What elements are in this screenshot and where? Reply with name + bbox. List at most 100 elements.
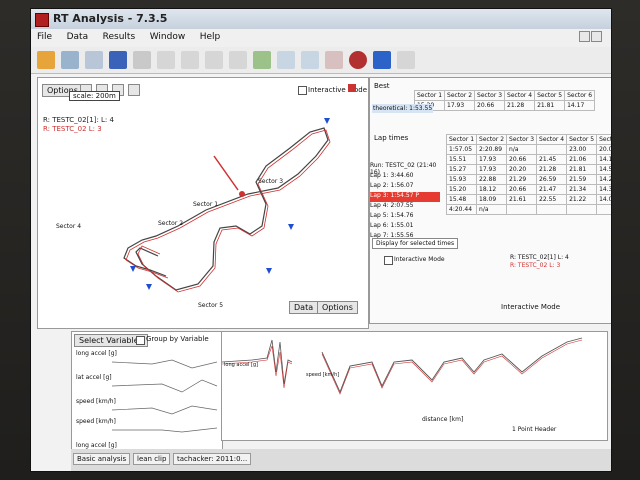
lap-cell: 18.09 [476, 194, 508, 205]
lap-item[interactable]: Lap 2: 1:56.07 [370, 182, 440, 192]
speed-trace [321, 337, 583, 394]
sector-label-1: Sector 1 [193, 201, 219, 208]
lap-cell: 15.93 [445, 174, 478, 185]
open-folder-icon[interactable] [37, 51, 55, 69]
graph-ylabel-right: speed [km/h] [306, 372, 340, 378]
lap-item[interactable]: Lap 4: 2:07.55 [370, 202, 440, 212]
interactive-mode-checkbox[interactable] [298, 86, 307, 95]
gauge-icon[interactable] [325, 51, 343, 69]
tab-tachacker[interactable]: tachacker: 2011:0... [173, 453, 252, 465]
lap-cell [536, 144, 568, 155]
menu-data[interactable]: Data [67, 32, 89, 42]
graph-options-button[interactable]: Options [317, 301, 358, 314]
compare-icon[interactable] [277, 51, 295, 69]
record-icon[interactable] [349, 51, 367, 69]
display-interactive-checkbox[interactable] [384, 256, 393, 265]
clipboard-icon[interactable] [61, 51, 79, 69]
lap-item[interactable]: Lap 1: 3:44.60 [370, 172, 440, 182]
best-cell: 21.28 [504, 100, 536, 111]
lap-item[interactable]: Run: TESTC_02 (21:40 16) [370, 162, 440, 176]
graph-interactive-label[interactable]: Interactive Mode [501, 303, 560, 311]
window-title: RT Analysis - 7.3.5 [53, 12, 168, 25]
graph-status: 1 Point Header [512, 426, 557, 433]
graph-ylabel-left: long accel [g] [224, 362, 259, 368]
data-button[interactable]: Data [289, 301, 319, 314]
timer-icon[interactable] [205, 51, 223, 69]
lap-cell: n/a [476, 204, 508, 215]
lap-cell [596, 204, 611, 215]
sector-marker-2 [288, 224, 294, 230]
lap-cell: n/a [506, 144, 538, 155]
display-dropdown[interactable]: Display for selected times [372, 238, 459, 249]
tab-basic-analysis[interactable]: Basic analysis [73, 453, 131, 465]
lap-cell [536, 204, 568, 215]
histogram-icon[interactable] [301, 51, 319, 69]
lap-cell: 21.34 [566, 184, 598, 195]
lap-row[interactable]: 15.2717.9320.2021.2821.8114.51 [445, 164, 611, 175]
save-icon[interactable] [109, 51, 127, 69]
graph-xlabel: distance [km] [422, 416, 464, 423]
flag-icon[interactable] [229, 51, 247, 69]
lap-cell: 21.81 [566, 164, 598, 175]
play-icon[interactable] [373, 51, 391, 69]
track-map-panel: Options Interactive Mode Sector 4 Sector… [37, 77, 369, 329]
app-icon [35, 13, 49, 27]
menu-help[interactable]: Help [200, 32, 221, 42]
lap-cell: 21.45 [536, 154, 568, 165]
lap-cell: 26.59 [536, 174, 568, 185]
restore-button[interactable] [591, 31, 602, 42]
best-cell: 14.17 [564, 100, 596, 111]
lap-cell: 20.20 [506, 164, 538, 175]
lap-cell: 21.22 [566, 194, 598, 205]
zoom-out-icon[interactable] [128, 84, 140, 96]
lap-cell: 15.48 [445, 194, 478, 205]
lap-cell: 22.88 [476, 174, 508, 185]
lap-cell: 20.66 [506, 184, 538, 195]
lap-cell: 1:57.05 [445, 144, 478, 155]
lap-row[interactable]: 15.9322.8821.2926.5921.5914.21 [445, 174, 611, 185]
lap-item[interactable]: Lap 6: 1:55.01 [370, 222, 440, 232]
lap-header: Sector 5 [566, 134, 598, 145]
lap-item-selected[interactable]: Lap 3: 1:54.57 P [370, 192, 440, 202]
lap-row[interactable]: 15.2018.1220.6621.4721.3414.30 [445, 184, 611, 195]
lap-cell: 21.06 [566, 154, 598, 165]
lap-row[interactable]: 1:57.052:20.89n/a 23.0020.00 [445, 144, 611, 155]
interactive-mode-label[interactable]: Interactive Mode [308, 86, 367, 94]
best-header-row: Sector 1 Sector 2 Sector 3 Sector 4 Sect… [413, 90, 596, 101]
settings-icon[interactable] [397, 51, 415, 69]
best-cell: 17.93 [444, 100, 476, 111]
menu-file[interactable]: File [37, 32, 52, 42]
graph-panel: long accel [g] speed [km/h] distance [km… [221, 331, 608, 441]
tab-lean-clip[interactable]: lean clip [133, 453, 171, 465]
new-icon[interactable] [133, 51, 151, 69]
minimize-button[interactable] [579, 31, 590, 42]
display-interactive-label[interactable]: Interactive Mode [394, 256, 445, 263]
title-bar: RT Analysis - 7.3.5 [31, 9, 611, 29]
application-window: RT Analysis - 7.3.5 File Data Results Wi… [30, 8, 612, 472]
table-icon[interactable] [253, 51, 271, 69]
sector-marker-1 [324, 118, 330, 124]
track-icon[interactable] [181, 51, 199, 69]
lap-cell: 2:20.89 [476, 144, 508, 155]
list-icon[interactable] [85, 51, 103, 69]
menu-results[interactable]: Results [103, 32, 136, 42]
sector-label-2: Sector 2 [158, 220, 184, 227]
best-label: Best [374, 82, 390, 90]
sector-marker-4 [130, 266, 136, 272]
chart-icon[interactable] [157, 51, 175, 69]
best-header: Sector 2 [444, 90, 476, 101]
best-header: Sector 5 [534, 90, 566, 101]
bottom-tab-bar: Basic analysis lean clip tachacker: 2011… [71, 449, 611, 471]
lap-cell: 15.51 [445, 154, 478, 165]
lap-row[interactable]: 4:20.44 n/a [445, 204, 611, 215]
menu-bar: File Data Results Window Help [31, 29, 611, 48]
lap-row[interactable]: 15.5117.9320.6621.4521.0614.17 [445, 154, 611, 165]
lap-header-row: Sector 1 Sector 2 Sector 3 Sector 4 Sect… [445, 134, 611, 145]
menu-window[interactable]: Window [150, 32, 186, 42]
close-icon[interactable] [348, 84, 356, 92]
lap-header: Sector 1 [445, 134, 478, 145]
lap-item[interactable]: Lap 5: 1:54.76 [370, 212, 440, 222]
lap-cell: 4:20.44 [445, 204, 478, 215]
graph-svg[interactable] [222, 332, 607, 440]
lap-row[interactable]: 15.4818.0921.6122.5521.2214.00 [445, 194, 611, 205]
